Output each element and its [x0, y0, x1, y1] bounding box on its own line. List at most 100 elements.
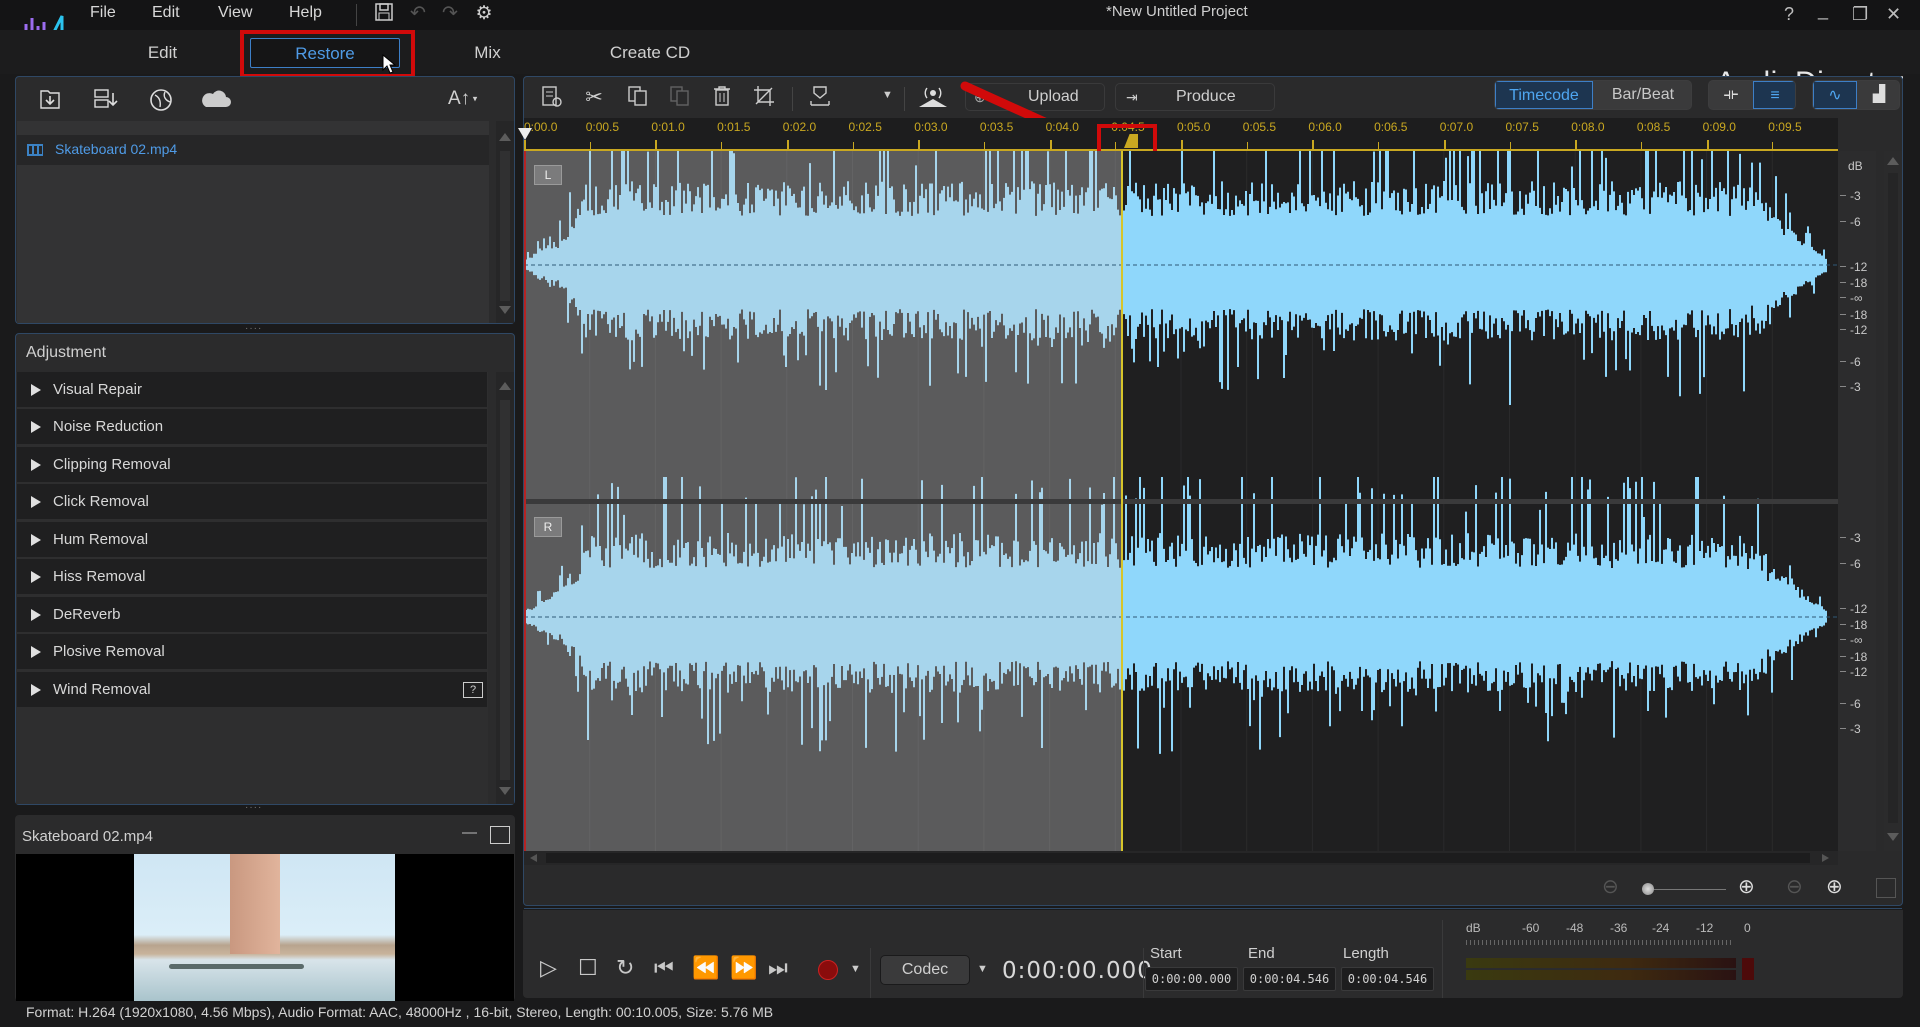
codec-dropdown-icon[interactable]: ▼ — [977, 963, 988, 975]
list-item[interactable]: Skateboard 02.mp4 — [17, 135, 489, 165]
loop-icon[interactable]: ↻ — [616, 955, 634, 981]
minimize-preview-button[interactable]: — — [462, 824, 477, 841]
scroll-thumb[interactable] — [500, 151, 510, 301]
scroll-thumb[interactable] — [500, 400, 510, 780]
scroll-right-icon[interactable] — [1822, 854, 1829, 862]
meter-label: dB — [1466, 921, 1481, 935]
timeline-ruler[interactable]: 0:00.0 0:00.5 0:01.0 0:01.5 0:02.0 0:02.5 0:03… — [524, 118, 1838, 151]
marker-icon[interactable] — [806, 85, 834, 111]
cloud-icon[interactable] — [200, 87, 231, 113]
settings-gear-icon[interactable]: ⚙ — [472, 2, 496, 26]
next-icon[interactable]: ⏭ — [768, 955, 788, 981]
waveform-area[interactable]: L R — [524, 151, 1838, 851]
restore-window-button[interactable]: ❐ — [1852, 4, 1868, 25]
zoom-slider[interactable] — [1642, 883, 1726, 895]
resize-grip[interactable]: ···· — [245, 802, 262, 813]
zoom-slider-thumb[interactable] — [1642, 883, 1654, 895]
previous-icon[interactable]: ⏮ — [654, 955, 674, 981]
fit-view-icon[interactable] — [1876, 878, 1896, 898]
end-time-field[interactable]: 0:00:04.546 — [1243, 967, 1336, 991]
record-dropdown-icon[interactable]: ▼ — [850, 963, 861, 975]
clip-indicator[interactable] — [1742, 958, 1754, 980]
adjustment-hiss-removal[interactable]: Hiss Removal — [17, 559, 487, 596]
adjustment-scrollbar[interactable] — [496, 372, 514, 804]
multitrack-view-icon[interactable]: ≡ — [1753, 81, 1795, 109]
menu-file[interactable]: File — [90, 4, 116, 22]
adjustment-plosive-removal[interactable]: Plosive Removal — [17, 634, 487, 671]
playhead-start-marker[interactable] — [518, 128, 532, 140]
scroll-left-icon[interactable] — [530, 854, 537, 862]
undo-icon[interactable]: ↶ — [406, 2, 430, 26]
scroll-thumb[interactable] — [1888, 173, 1898, 823]
menu-view[interactable]: View — [218, 4, 252, 22]
db-scale-tick — [1840, 608, 1846, 609]
library-scrollbar[interactable] — [496, 121, 514, 323]
cut-scissors-icon[interactable]: ✂ — [580, 85, 608, 111]
timecode-toggle[interactable]: Timecode — [1495, 81, 1593, 109]
marker-dropdown-icon[interactable]: ▼ — [882, 89, 893, 101]
adjustment-hum-removal[interactable]: Hum Removal — [17, 522, 487, 559]
tab-mix[interactable]: Mix — [460, 38, 515, 68]
sort-button[interactable]: A↑ ▾ — [448, 88, 477, 110]
adjustment-click-removal[interactable]: Click Removal — [17, 484, 487, 521]
expand-triangle-icon — [31, 421, 41, 433]
adjustment-noise-reduction[interactable]: Noise Reduction — [17, 409, 487, 446]
zoom-out-vertical-icon[interactable]: ⊖ — [1786, 874, 1803, 899]
import-media-icon[interactable] — [36, 87, 64, 113]
scroll-up-icon[interactable] — [499, 382, 511, 390]
waveform-compact-icon[interactable]: ⟛ — [1709, 81, 1753, 109]
scroll-up-icon[interactable] — [1887, 157, 1899, 165]
popout-icon[interactable] — [490, 826, 510, 844]
help-video-icon[interactable]: ? — [463, 682, 483, 698]
delete-trash-icon[interactable] — [708, 85, 736, 111]
zoom-out-horizontal-icon[interactable]: ⊖ — [1602, 874, 1619, 899]
db-scale-label: -3 — [1850, 380, 1861, 394]
close-button[interactable]: ✕ — [1886, 4, 1901, 25]
save-icon[interactable] — [372, 2, 396, 26]
tab-edit[interactable]: Edit — [130, 38, 195, 68]
download-online-icon[interactable] — [148, 87, 176, 113]
fast-forward-icon[interactable]: ⏩ — [730, 955, 757, 981]
length-time-field[interactable]: 0:00:04.546 — [1341, 967, 1434, 991]
tab-create-cd[interactable]: Create CD — [600, 38, 700, 68]
waveform-vertical-scrollbar[interactable] — [1884, 151, 1902, 851]
editor-toolbar: ✂ ▼ ⊕ Upload ⇥ Produce — [524, 77, 1902, 117]
adjustment-clipping-removal[interactable]: Clipping Removal — [17, 447, 487, 484]
scroll-up-icon[interactable] — [499, 133, 511, 141]
paste-icon[interactable] — [666, 85, 694, 111]
copy-icon[interactable] — [624, 85, 652, 111]
help-button[interactable]: ? — [1784, 4, 1794, 25]
start-time-field[interactable]: 0:00:00.000 — [1145, 967, 1238, 991]
rewind-icon[interactable]: ⏪ — [692, 955, 719, 981]
spectrum-display-icon[interactable]: ▟ — [1857, 81, 1899, 109]
menu-help[interactable]: Help — [289, 4, 322, 22]
ruler-tick — [524, 140, 526, 151]
scroll-down-icon[interactable] — [499, 306, 511, 314]
minimize-button[interactable]: _ — [1818, 0, 1828, 21]
adjustment-wind-removal[interactable]: Wind Removal ? — [17, 672, 487, 709]
bar-beat-toggle[interactable]: Bar/Beat — [1593, 81, 1691, 109]
db-scale-tick — [1840, 386, 1846, 387]
scroll-down-icon[interactable] — [1887, 833, 1899, 841]
import-folder-icon[interactable] — [92, 87, 120, 113]
record-button[interactable] — [818, 960, 838, 980]
waveform-display-icon[interactable]: ∿ — [1813, 81, 1857, 109]
level-meter-left — [1466, 958, 1736, 968]
produce-button[interactable]: ⇥ Produce — [1115, 83, 1275, 111]
adjustment-dereverb[interactable]: DeReverb — [17, 597, 487, 634]
zoom-in-horizontal-icon[interactable]: ⊕ — [1738, 874, 1755, 899]
scroll-down-icon[interactable] — [499, 787, 511, 795]
zoom-in-vertical-icon[interactable]: ⊕ — [1826, 874, 1843, 899]
waveform-horizontal-scrollbar[interactable] — [524, 851, 1838, 865]
broadcast-icon[interactable] — [916, 85, 950, 111]
db-scale-tick — [1840, 221, 1846, 222]
codec-button[interactable]: Codec — [880, 955, 970, 985]
trim-crop-icon[interactable] — [750, 85, 778, 111]
scroll-thumb[interactable] — [546, 853, 1810, 863]
play-icon[interactable]: ▷ — [540, 955, 557, 981]
adjustment-visual-repair[interactable]: Visual Repair — [17, 372, 487, 409]
stop-icon[interactable]: ☐ — [578, 955, 598, 981]
redo-icon[interactable]: ↷ — [438, 2, 462, 26]
menu-edit[interactable]: Edit — [152, 4, 180, 22]
properties-icon[interactable] — [538, 85, 566, 111]
